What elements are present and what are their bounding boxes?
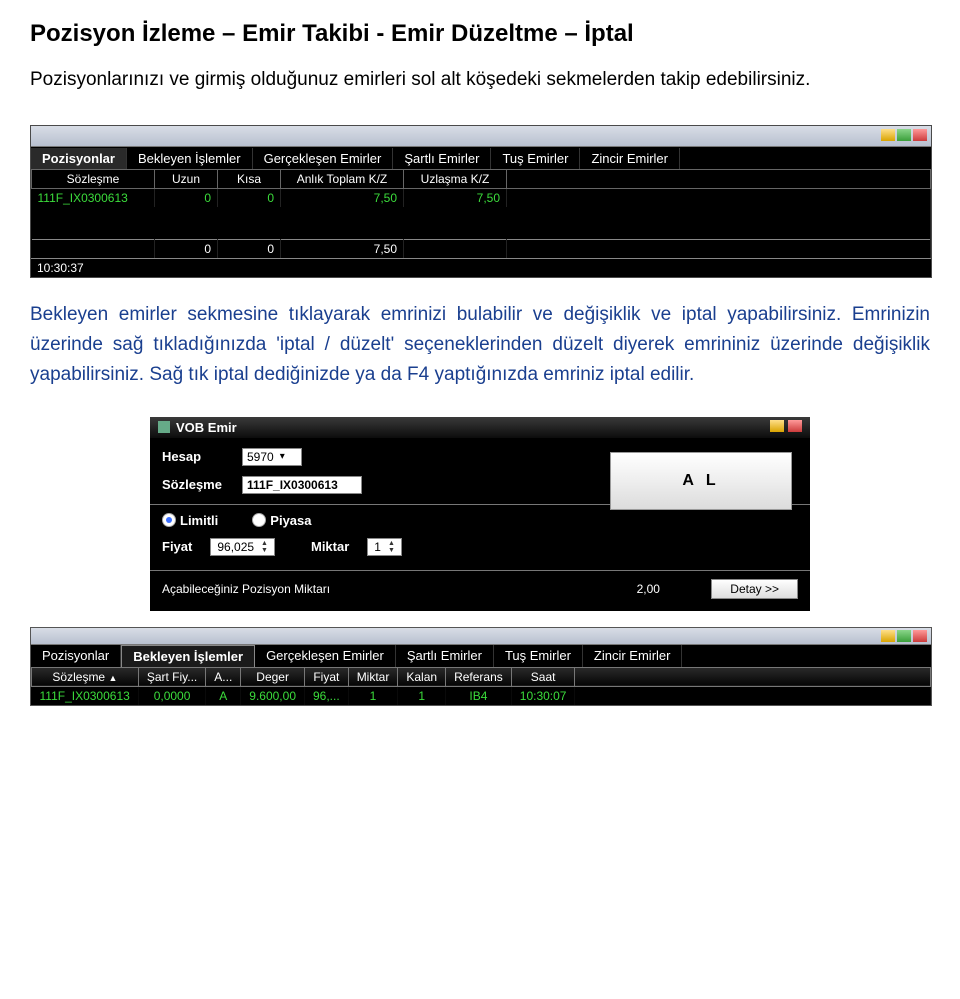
poz-label: Açabileceğiniz Pozisyon Miktarı: [162, 582, 613, 596]
col2-sozlesme[interactable]: Sözleşme ▲: [32, 667, 139, 686]
cell2-saat: 10:30:07: [511, 686, 575, 705]
page-title: Pozisyon İzleme – Emir Takibi - Emir Düz…: [30, 20, 930, 48]
col2-a[interactable]: A...: [206, 667, 241, 686]
tab-bar-2: Pozisyonlar Bekleyen İşlemler Gerçekleşe…: [31, 645, 931, 667]
cell2-fiyat: 96,...: [305, 686, 349, 705]
cell-sozlesme: 111F_IX0300613: [32, 188, 155, 207]
sozlesme-input[interactable]: 111F_IX0300613: [242, 476, 362, 494]
col2-fiyat[interactable]: Fiyat: [305, 667, 349, 686]
tab-zincir[interactable]: Zincir Emirler: [580, 148, 680, 169]
radio-dot-off-icon: [252, 513, 266, 527]
tab2-pozisyonlar[interactable]: Pozisyonlar: [31, 645, 121, 667]
tab-tus[interactable]: Tuş Emirler: [491, 148, 580, 169]
spin-buttons[interactable]: ▲▼: [388, 540, 395, 554]
close-icon[interactable]: [788, 420, 802, 432]
maximize-icon[interactable]: [897, 630, 911, 642]
col-kisa[interactable]: Kısa: [218, 169, 281, 188]
tab-bar-1: Pozisyonlar Bekleyen İşlemler Gerçekleşe…: [31, 147, 931, 169]
cell2-miktar: 1: [348, 686, 398, 705]
grid2-row[interactable]: 111F_IX0300613 0,0000 A 9.600,00 96,... …: [32, 686, 931, 705]
miktar-label: Miktar: [311, 539, 349, 554]
grid-footer-row: 0 0 7,50: [32, 239, 931, 258]
poz-value: 2,00: [613, 582, 683, 596]
positions-window: Pozisyonlar Bekleyen İşlemler Gerçekleşe…: [30, 125, 932, 278]
cell-uzun: 0: [155, 188, 218, 207]
grid-header-row: Sözleşme Uzun Kısa Anlık Toplam K/Z Uzla…: [32, 169, 931, 188]
cell2-a: A: [206, 686, 241, 705]
miktar-input[interactable]: 1 ▲▼: [367, 538, 402, 556]
col2-referans[interactable]: Referans: [446, 667, 512, 686]
window-buttons: [881, 129, 927, 141]
vob-titlebar: VOB Emir: [150, 417, 810, 438]
tab-pozisyonlar[interactable]: Pozisyonlar: [31, 148, 127, 169]
window-titlebar-2: [31, 628, 931, 645]
positions-grid: Sözleşme Uzun Kısa Anlık Toplam K/Z Uzla…: [31, 169, 931, 258]
hesap-label: Hesap: [162, 449, 242, 464]
cell-uzlasma: 7,50: [404, 188, 507, 207]
pending-window: Pozisyonlar Bekleyen İşlemler Gerçekleşe…: [30, 627, 932, 706]
tab-bekleyen[interactable]: Bekleyen İşlemler: [127, 148, 253, 169]
col-anlik[interactable]: Anlık Toplam K/Z: [281, 169, 404, 188]
col2-blank: [575, 667, 931, 686]
hesap-value: 5970: [247, 450, 274, 464]
footer-kisa: 0: [218, 239, 281, 258]
chevron-up-icon[interactable]: ▲: [388, 540, 395, 547]
radio-limitli[interactable]: Limitli: [162, 513, 218, 528]
col-uzun[interactable]: Uzun: [155, 169, 218, 188]
tab2-zincir[interactable]: Zincir Emirler: [583, 645, 683, 667]
al-button[interactable]: A L: [610, 452, 792, 510]
sort-asc-icon: ▲: [108, 673, 117, 683]
time-status: 10:30:37: [31, 258, 931, 277]
tab2-gerceklesen[interactable]: Gerçekleşen Emirler: [255, 645, 396, 667]
vob-title: VOB Emir: [176, 420, 237, 435]
chevron-down-icon[interactable]: ▼: [388, 547, 395, 554]
body-paragraph: Bekleyen emirler sekmesine tıklayarak em…: [30, 300, 930, 391]
radio-dot-on-icon: [162, 513, 176, 527]
chevron-down-icon: ▾: [280, 451, 285, 462]
grid-row[interactable]: 111F_IX0300613 0 0 7,50 7,50: [32, 188, 931, 207]
col2-saat[interactable]: Saat: [511, 667, 575, 686]
cell-kisa: 0: [218, 188, 281, 207]
tab-gerceklesen[interactable]: Gerçekleşen Emirler: [253, 148, 394, 169]
col-uzlasma[interactable]: Uzlaşma K/Z: [404, 169, 507, 188]
col2-kalan[interactable]: Kalan: [398, 667, 446, 686]
cell2-kalan: 1: [398, 686, 446, 705]
maximize-icon[interactable]: [897, 129, 911, 141]
cell2-deger: 9.600,00: [241, 686, 305, 705]
footer-anlik: 7,50: [281, 239, 404, 258]
chevron-down-icon[interactable]: ▼: [261, 547, 268, 554]
vob-emir-window: VOB Emir A L Hesap 5970 ▾ Sözleşme 111F_…: [150, 417, 810, 611]
col2-sartfiy[interactable]: Şart Fiy...: [138, 667, 205, 686]
minimize-icon[interactable]: [881, 630, 895, 642]
hesap-select[interactable]: 5970 ▾: [242, 448, 302, 466]
tab-sartli[interactable]: Şartlı Emirler: [393, 148, 491, 169]
fiyat-label: Fiyat: [162, 539, 192, 554]
cell2-sozlesme: 111F_IX0300613: [32, 686, 139, 705]
intro-paragraph: Pozisyonlarınızı ve girmiş olduğunuz emi…: [30, 66, 930, 95]
chevron-up-icon[interactable]: ▲: [261, 540, 268, 547]
close-icon[interactable]: [913, 630, 927, 642]
grid2-header-row: Sözleşme ▲ Şart Fiy... A... Deger Fiyat …: [32, 667, 931, 686]
window-titlebar: [31, 126, 931, 147]
tab2-tus[interactable]: Tuş Emirler: [494, 645, 583, 667]
col-sozlesme[interactable]: Sözleşme: [32, 169, 155, 188]
cell2-referans: IB4: [446, 686, 512, 705]
close-icon[interactable]: [913, 129, 927, 141]
tab2-sartli[interactable]: Şartlı Emirler: [396, 645, 494, 667]
sozlesme-label: Sözleşme: [162, 477, 242, 492]
spin-buttons[interactable]: ▲▼: [261, 540, 268, 554]
col-blank: [507, 169, 931, 188]
detay-button[interactable]: Detay >>: [711, 579, 798, 599]
fiyat-input[interactable]: 96,025 ▲▼: [210, 538, 275, 556]
minimize-icon[interactable]: [770, 420, 784, 432]
col2-miktar[interactable]: Miktar: [348, 667, 398, 686]
footer-uzun: 0: [155, 239, 218, 258]
col2-deger[interactable]: Deger: [241, 667, 305, 686]
radio-piyasa[interactable]: Piyasa: [252, 513, 311, 528]
tab2-bekleyen[interactable]: Bekleyen İşlemler: [121, 645, 255, 667]
cell2-sartfiy: 0,0000: [138, 686, 205, 705]
vob-app-icon: [158, 421, 170, 433]
minimize-icon[interactable]: [881, 129, 895, 141]
cell-anlik: 7,50: [281, 188, 404, 207]
